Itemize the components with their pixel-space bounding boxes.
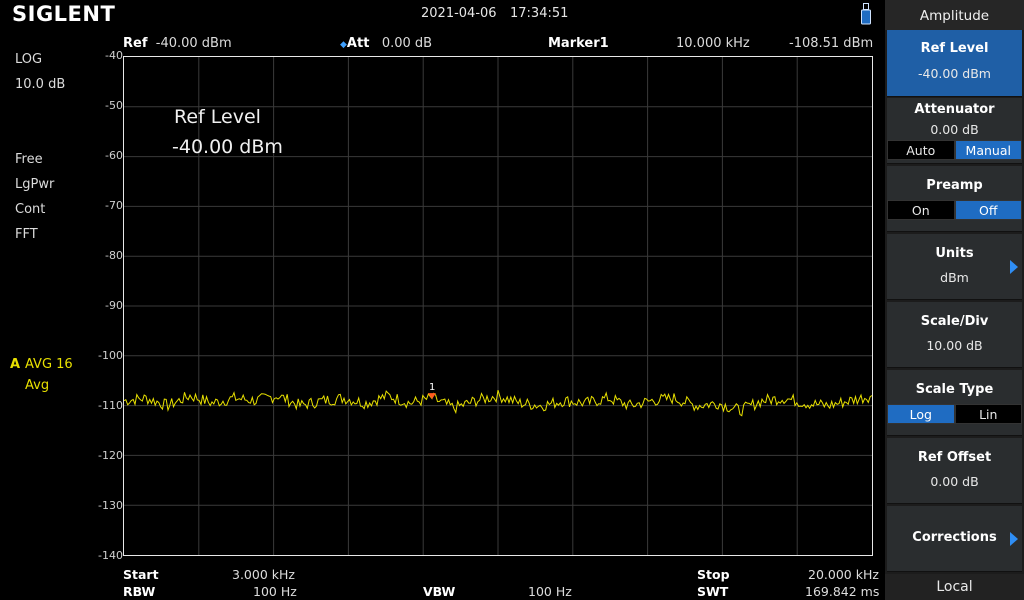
corrections-softkey[interactable]: Corrections — [887, 506, 1022, 572]
y-tick-label: -40 — [105, 49, 123, 62]
submenu-arrow-icon — [1010, 260, 1018, 274]
y-tick-label: -60 — [105, 149, 123, 162]
scale-type-softkey[interactable]: Scale Type Log Lin — [887, 370, 1022, 436]
attenuator-key-label: Attenuator — [914, 102, 995, 117]
y-tick-label: -70 — [105, 199, 123, 212]
scale-div-key-label: Scale/Div — [920, 314, 989, 329]
preamp-off-option[interactable]: Off — [954, 200, 1022, 220]
preamp-key-label: Preamp — [926, 178, 983, 193]
ref-label: Ref — [123, 36, 148, 51]
ref-offset-softkey[interactable]: Ref Offset 0.00 dB — [887, 438, 1022, 504]
vbw-label: VBW — [423, 584, 456, 599]
marker-frequency: 10.000 kHz — [676, 36, 750, 51]
scale-type-log-option[interactable]: Log — [887, 404, 955, 424]
detector-status: LgPwr — [15, 177, 55, 192]
mode-status: FFT — [15, 227, 38, 242]
trace-letter: A — [10, 357, 21, 372]
attenuator-key-value: 0.00 dB — [930, 122, 979, 137]
corrections-key-label: Corrections — [912, 530, 997, 545]
trace-avg-count: AVG 16 — [25, 357, 73, 372]
ref-value: -40.00 dBm — [155, 36, 232, 51]
y-tick-label: -100 — [98, 349, 123, 362]
usb-storage-icon — [861, 3, 871, 25]
y-tick-label: -80 — [105, 249, 123, 262]
ref-level-key-label: Ref Level — [920, 41, 989, 56]
attenuator-auto-option[interactable]: Auto — [887, 140, 955, 160]
scale-type-status: LOG — [15, 52, 43, 67]
time-readout: 17:34:51 — [510, 6, 569, 21]
units-softkey[interactable]: Units dBm — [887, 234, 1022, 300]
ref-level-readout: Ref -40.00 dBm — [123, 36, 232, 51]
preamp-toggle[interactable]: On Off — [887, 200, 1022, 220]
units-key-label: Units — [935, 246, 974, 261]
marker-label: Marker1 — [548, 36, 609, 51]
scale-type-lin-option[interactable]: Lin — [954, 404, 1022, 424]
start-label: Start — [123, 567, 159, 582]
y-axis-ticks: -40 -50 -60 -70 -80 -90 -100 -110 -120 -130 -140 — [85, 0, 123, 600]
preamp-softkey[interactable]: Preamp On Off — [887, 166, 1022, 232]
scale-div-softkey[interactable]: Scale/Div 10.00 dB — [887, 302, 1022, 368]
att-diamond-icon: ◆ — [340, 40, 347, 50]
y-tick-label: -120 — [98, 449, 123, 462]
submenu-arrow-icon — [1010, 532, 1018, 546]
annotation-value: -40.00 dBm — [172, 136, 283, 158]
scale-div-status: 10.0 dB — [15, 77, 66, 92]
swt-value: 169.842 ms — [805, 584, 880, 599]
y-tick-label: -110 — [98, 399, 123, 412]
units-key-value: dBm — [940, 270, 969, 285]
amplitude-menu: Amplitude Ref Level -40.00 dBm Attenuato… — [885, 0, 1024, 600]
att-label: Att — [346, 36, 370, 51]
vbw-value: 100 Hz — [528, 584, 572, 599]
ref-level-softkey[interactable]: Ref Level -40.00 dBm — [887, 30, 1022, 97]
attenuator-manual-option[interactable]: Manual — [954, 140, 1022, 160]
spectrum-svg: 1 — [124, 57, 872, 555]
scale-type-toggle[interactable]: Log Lin — [887, 404, 1022, 424]
menu-title: Amplitude — [885, 0, 1024, 30]
ref-offset-key-label: Ref Offset — [917, 450, 992, 465]
marker-1-label: 1 — [429, 382, 435, 393]
stop-value: 20.000 kHz — [808, 567, 879, 582]
attenuator-toggle[interactable]: Auto Manual — [887, 140, 1022, 160]
annotation-title: Ref Level — [174, 106, 261, 128]
local-status: Local — [885, 574, 1024, 600]
y-tick-label: -50 — [105, 99, 123, 112]
spectrum-plot[interactable]: 1 — [123, 56, 873, 556]
trace-mode: Avg — [25, 378, 50, 393]
attenuator-softkey[interactable]: Attenuator 0.00 dB Auto Manual — [887, 98, 1022, 164]
y-tick-label: -140 — [98, 549, 123, 562]
scale-div-key-value: 10.00 dB — [926, 338, 983, 353]
marker-level: -108.51 dBm — [789, 36, 874, 51]
rbw-label: RBW — [123, 584, 156, 599]
preamp-on-option[interactable]: On — [887, 200, 955, 220]
rbw-value: 100 Hz — [253, 584, 297, 599]
sweep-status: Cont — [15, 202, 46, 217]
att-value: 0.00 dB — [381, 36, 433, 51]
y-tick-label: -90 — [105, 299, 123, 312]
stop-label: Stop — [697, 567, 730, 582]
marker-1-icon — [428, 393, 436, 400]
y-tick-label: -130 — [98, 499, 123, 512]
date-readout: 2021-04-06 — [421, 6, 497, 21]
start-value: 3.000 kHz — [232, 567, 295, 582]
attenuation-readout: ◆Att 0.00 dB — [340, 36, 432, 51]
ref-offset-key-value: 0.00 dB — [930, 474, 979, 489]
scale-type-key-label: Scale Type — [915, 382, 994, 397]
swt-label: SWT — [697, 584, 729, 599]
trigger-status: Free — [15, 152, 43, 167]
ref-level-key-value: -40.00 dBm — [918, 66, 991, 81]
